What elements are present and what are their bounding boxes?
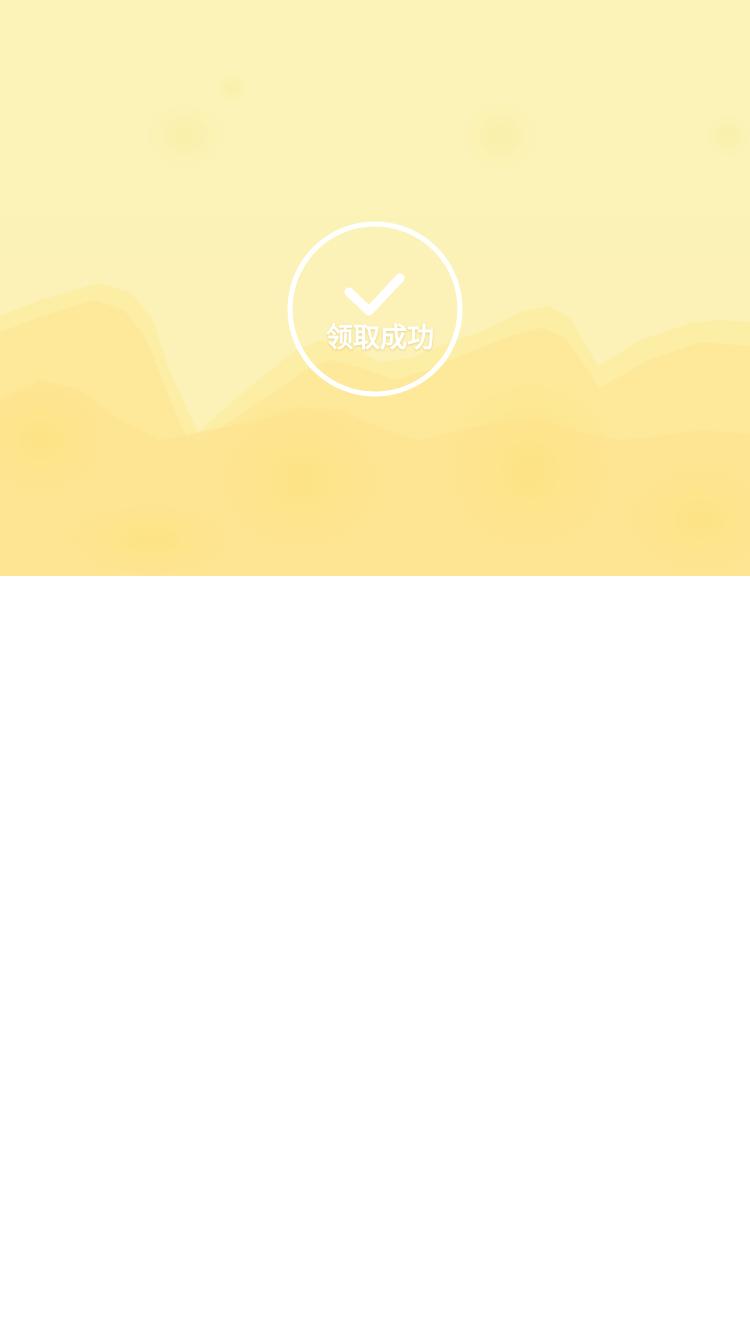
blank-content-area — [0, 576, 750, 1334]
success-title: 领取成功 — [326, 323, 434, 354]
success-hero-banner: 领取成功 — [0, 0, 750, 576]
check-icon — [287, 221, 463, 397]
page: 领取成功 — [0, 0, 750, 1334]
success-badge: 领取成功 — [287, 221, 463, 397]
